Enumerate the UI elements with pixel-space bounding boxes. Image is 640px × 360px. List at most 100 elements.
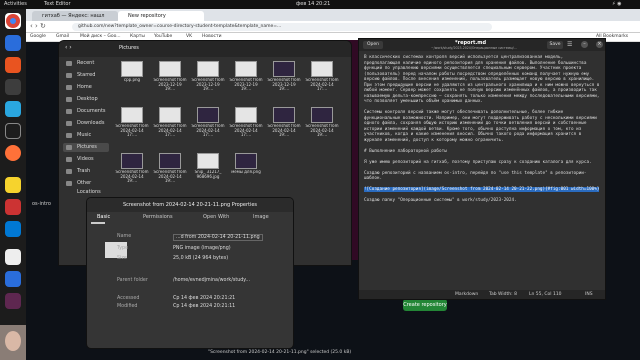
bookmark-item[interactable]: VK xyxy=(186,34,192,39)
file-item[interactable]: Screenshot from 2024-02-14 19:... xyxy=(153,153,187,191)
property-key: Name xyxy=(117,234,132,239)
sidebar-item[interactable]: Other Locations xyxy=(63,179,109,195)
files-icon[interactable] xyxy=(5,177,21,193)
property-row: Size 25,0 kB (24 964 bytes) xyxy=(87,256,293,262)
open-button[interactable]: Open xyxy=(363,41,383,49)
sidebar-item[interactable]: Starred xyxy=(63,71,109,80)
terminal-icon[interactable] xyxy=(5,123,21,139)
file-item[interactable]: Screenshot from 2024-02-14 17:... xyxy=(191,107,225,145)
property-value: ...d from 2024-02-14 20-21-11.png xyxy=(173,234,263,241)
file-item[interactable]: Screenshot from 2024-02-14 17:... xyxy=(115,107,149,145)
paragraph: Системы контроля версий также могут обес… xyxy=(364,110,597,143)
tab-permissions[interactable]: Permissions xyxy=(143,214,173,220)
paragraph: Создаю репозиторий с названием os-intro,… xyxy=(364,170,587,182)
property-value: 25,0 kB (24 964 bytes) xyxy=(173,256,229,261)
vscode-icon[interactable] xyxy=(5,221,21,237)
thunderbird-icon[interactable] xyxy=(5,35,21,51)
path-bar[interactable]: Pictures xyxy=(119,45,139,51)
sidebar-item[interactable]: Pictures xyxy=(63,143,109,152)
file-thumbnail xyxy=(159,61,181,77)
file-item[interactable]: Screenshot from 2024-02-14 17:... xyxy=(229,107,263,145)
file-item[interactable]: Screenshot from 2024-02-14 17:... xyxy=(153,107,187,145)
file-item[interactable]: Screenshot from 2024-02-14 19:... xyxy=(305,107,339,145)
bookmark-item[interactable]: Gmail xyxy=(56,34,69,39)
create-repository-button[interactable]: Create repository xyxy=(403,299,447,311)
chrome-icon[interactable] xyxy=(5,13,21,29)
tab-basic[interactable]: Basic xyxy=(97,214,110,220)
sidebar-item[interactable]: Recent xyxy=(63,59,109,68)
file-thumbnail xyxy=(159,153,181,169)
sidebar-item[interactable]: Music xyxy=(63,131,109,140)
sidebar-item-label: Home xyxy=(77,84,92,90)
dock xyxy=(0,9,26,360)
folder-icon xyxy=(66,73,72,78)
editor-text-area[interactable]: В классических системах контроля версий … xyxy=(359,51,605,294)
firefox-icon[interactable] xyxy=(5,145,21,161)
file-item[interactable]: cpp.png xyxy=(115,61,149,99)
file-item[interactable]: Screenshot from 2024-02-14 17:... xyxy=(305,61,339,99)
bookmark-item[interactable]: Google xyxy=(30,34,46,39)
property-key: Type xyxy=(117,246,129,251)
tab-open-with[interactable]: Open With xyxy=(203,214,229,220)
file-item[interactable]: Screenshot from 2023-12-19 19:... xyxy=(229,61,263,99)
bookmark-item[interactable]: Мой диск – Goo... xyxy=(80,34,121,39)
tab-image[interactable]: Image xyxy=(253,214,269,220)
software-icon[interactable] xyxy=(5,57,21,73)
close-icon[interactable]: × xyxy=(596,41,603,48)
sidebar-item-label: Other Locations xyxy=(77,180,101,195)
tab-new-repository[interactable]: New repository xyxy=(118,11,204,21)
app-menu[interactable]: Text Editor xyxy=(44,1,71,7)
folder-icon xyxy=(66,97,72,102)
dialog-title: Screenshot from 2024-02-14 20-21-11.png … xyxy=(87,198,293,212)
file-thumbnail xyxy=(235,153,257,169)
system-tray-icon[interactable]: ⚡ ◉ xyxy=(612,1,636,7)
tab-underline xyxy=(91,222,105,224)
menu-icon[interactable]: ☰ xyxy=(567,41,572,48)
bookmark-item[interactable]: Карты xyxy=(130,34,145,39)
sidebar-item[interactable]: Documents xyxy=(63,107,109,116)
tab-yandex[interactable]: гитхаб — Яндекс: нашл xyxy=(32,11,118,21)
file-item[interactable]: Screenshot from 2024-02-14 19:... xyxy=(267,107,301,145)
file-item[interactable]: Screenshot from 2024-02-14 19:... xyxy=(115,153,149,191)
app-icon-2[interactable] xyxy=(5,271,21,287)
sidebar-item[interactable]: Downloads xyxy=(63,119,109,128)
language-selector[interactable]: Markdown xyxy=(455,292,478,297)
file-item[interactable]: Screenshot from 2023-12-19 19:... xyxy=(191,61,225,99)
sidebar-item-label: Starred xyxy=(77,72,96,78)
folder-icon xyxy=(66,85,72,90)
bookmark-item[interactable]: YouTube xyxy=(154,34,172,39)
file-item[interactable]: мемы для.png xyxy=(229,153,263,191)
show-apps-icon[interactable] xyxy=(5,293,21,309)
address-bar[interactable]: github.com/new?template_owner=course-dir… xyxy=(72,23,492,31)
back-icon[interactable]: ‹ › ↻ xyxy=(30,22,46,30)
webcam-overlay xyxy=(0,325,26,360)
back-icon[interactable]: ‹ › xyxy=(65,44,72,51)
sidebar-item[interactable]: Videos xyxy=(63,155,109,164)
property-row: Name ...d from 2024-02-14 20-21-11.png xyxy=(87,234,293,241)
help-icon[interactable] xyxy=(5,249,21,265)
bookmark-item[interactable]: Новости xyxy=(202,34,222,39)
tab-width-selector[interactable]: Tab Width: 8 xyxy=(489,292,517,297)
file-name: Screenshot from 2024-02-14 19:... xyxy=(153,170,187,184)
save-button[interactable]: Save xyxy=(547,41,563,49)
text-editor-icon[interactable] xyxy=(5,101,21,117)
sidebar-item[interactable]: Home xyxy=(63,83,109,92)
repo-name-label: os-intro xyxy=(32,201,51,207)
sidebar-item[interactable]: Desktop xyxy=(63,95,109,104)
clock[interactable]: фев 14 20:21 xyxy=(296,1,330,7)
minimize-icon[interactable]: – xyxy=(581,41,588,48)
property-value: /home/evnedjmina/work/study... xyxy=(173,278,251,283)
activities-button[interactable]: Activities xyxy=(4,1,27,7)
property-value: Ср 14 фев 2024 20:21:11 xyxy=(173,304,236,309)
file-name: Snip_ 31217_ 968696.jpg xyxy=(194,170,222,179)
file-item[interactable]: Screenshot from 2023-12-19 19:... xyxy=(153,61,187,99)
file-item[interactable]: Snip_ 31217_ 968696.jpg xyxy=(191,153,225,191)
sidebar-item[interactable]: Trash xyxy=(63,167,109,176)
app-icon[interactable] xyxy=(5,199,21,215)
sidebar-item-label: Desktop xyxy=(77,96,98,102)
file-item[interactable]: Screenshot from 2023-12-19 19:... xyxy=(267,61,301,99)
telegram-icon[interactable] xyxy=(5,79,21,95)
insert-mode: INS xyxy=(585,292,593,297)
paragraph: Я уже имею репозиторий на гитхаб, поэтом… xyxy=(364,159,592,165)
folder-icon xyxy=(66,145,72,150)
